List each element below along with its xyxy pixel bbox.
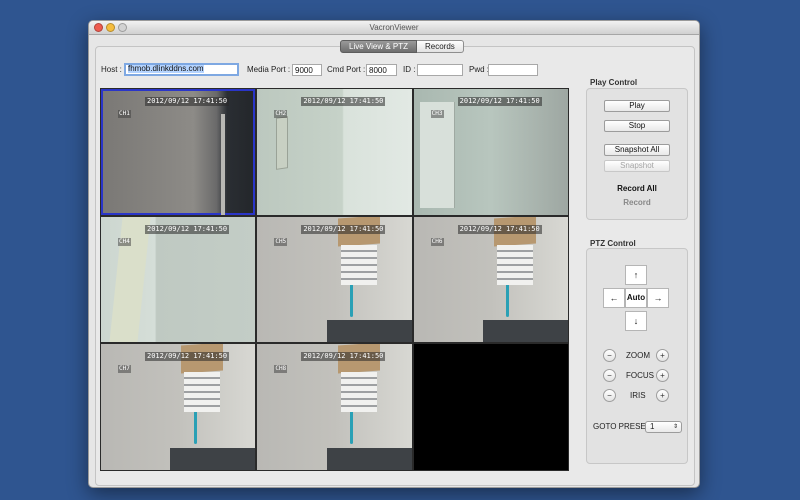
- iris-plus-button[interactable]: +: [656, 389, 669, 402]
- tab-bar: Live View & PTZ Records: [340, 40, 464, 53]
- camera-channel-label: CH7: [118, 365, 131, 374]
- camera-timestamp: 2012/09/12 17:41:50: [457, 97, 542, 106]
- ptz-left-button[interactable]: ←: [603, 288, 625, 308]
- window-title: VacronViewer: [369, 23, 419, 32]
- camera-channel-label: CH1: [118, 110, 131, 118]
- iris-minus-button[interactable]: −: [603, 389, 616, 402]
- camera-channel-label: CH5: [274, 237, 288, 246]
- camera-timestamp: 2012/09/12 17:41:50: [145, 224, 230, 234]
- ptz-control-title: PTZ Control: [590, 239, 636, 248]
- scene-cable: [506, 276, 510, 317]
- host-input[interactable]: fhmob.dlinkddns.com: [124, 63, 239, 76]
- camera-view-ch2[interactable]: 2012/09/12 17:41:50 CH2: [257, 89, 412, 215]
- focus-label: FOCUS: [626, 371, 654, 380]
- camera-timestamp: 2012/09/12 17:41:50: [145, 97, 230, 106]
- camera-channel-label: CH2: [274, 110, 288, 118]
- camera-channel-label: CH6: [430, 237, 444, 246]
- camera-timestamp: 2012/09/12 17:41:50: [301, 352, 386, 362]
- host-label: Host :: [101, 65, 122, 74]
- ptz-right-button[interactable]: →: [647, 288, 669, 308]
- camera-channel-label: CH4: [118, 237, 131, 246]
- camera-channel-label: CH3: [430, 110, 444, 118]
- snapshot-button[interactable]: Snapshot: [604, 160, 670, 172]
- ptz-auto-button[interactable]: Auto: [625, 288, 647, 308]
- zoom-plus-button[interactable]: +: [656, 349, 669, 362]
- focus-plus-button[interactable]: +: [656, 369, 669, 382]
- play-button[interactable]: Play: [604, 100, 670, 112]
- camera-view-ch1[interactable]: 2012/09/12 17:41:50 CH1: [101, 89, 256, 215]
- cmd-port-label: Cmd Port :: [327, 65, 366, 74]
- record-button[interactable]: Record: [602, 198, 672, 207]
- zoom-minus-button[interactable]: −: [603, 349, 616, 362]
- media-port-input[interactable]: 9000: [292, 64, 322, 76]
- camera-view-ch7[interactable]: 2012/09/12 17:41:50 CH7: [101, 344, 256, 470]
- snapshot-all-button[interactable]: Snapshot All: [604, 144, 670, 156]
- zoom-label: ZOOM: [626, 351, 650, 360]
- scene-cable: [349, 276, 353, 317]
- pwd-input[interactable]: [488, 64, 538, 76]
- scene-desk: [326, 447, 412, 470]
- pwd-label: Pwd :: [469, 65, 490, 74]
- camera-timestamp: 2012/09/12 17:41:50: [301, 224, 386, 234]
- camera-view-ch4[interactable]: 2012/09/12 17:41:50 CH4: [101, 216, 256, 343]
- camera-channel-label: CH8: [274, 365, 288, 374]
- camera-timestamp: 2012/09/12 17:41:50: [301, 97, 386, 106]
- play-control-title: Play Control: [590, 78, 638, 87]
- camera-view-ch3[interactable]: 2012/09/12 17:41:50 CH3: [413, 89, 568, 215]
- media-port-label: Media Port :: [247, 65, 291, 74]
- camera-view-empty[interactable]: [413, 344, 568, 470]
- scene-cable: [349, 404, 353, 445]
- iris-label: IRIS: [630, 391, 646, 400]
- camera-timestamp: 2012/09/12 17:41:50: [145, 352, 230, 362]
- id-label: ID :: [403, 65, 416, 74]
- ptz-up-button[interactable]: ↑: [625, 265, 647, 285]
- scene-desk: [326, 320, 412, 343]
- camera-grid: 2012/09/12 17:41:50 CH1 2012/09/12 17:41…: [100, 88, 569, 471]
- tab-live-view-ptz[interactable]: Live View & PTZ: [340, 40, 417, 53]
- goto-preset-select[interactable]: 1 ⇕: [645, 421, 682, 433]
- scene-cable: [193, 404, 197, 445]
- camera-view-ch6[interactable]: 2012/09/12 17:41:50 CH6: [413, 216, 568, 343]
- id-input[interactable]: [417, 64, 463, 76]
- tab-records[interactable]: Records: [416, 40, 464, 53]
- ptz-down-button[interactable]: ↓: [625, 311, 647, 331]
- stop-button[interactable]: Stop: [604, 120, 670, 132]
- scene-desk: [483, 320, 568, 343]
- title-bar[interactable]: VacronViewer: [89, 21, 699, 35]
- camera-view-ch8[interactable]: 2012/09/12 17:41:50 CH8: [257, 344, 412, 470]
- goto-preset-value: 1: [650, 422, 655, 431]
- scene-desk: [170, 447, 256, 470]
- select-arrows-icon: ⇕: [672, 424, 678, 430]
- camera-view-ch5[interactable]: 2012/09/12 17:41:50 CH5: [257, 216, 412, 343]
- record-all-button[interactable]: Record All: [602, 184, 672, 193]
- camera-timestamp: 2012/09/12 17:41:50: [457, 224, 542, 234]
- cmd-port-input[interactable]: 8000: [366, 64, 397, 76]
- focus-minus-button[interactable]: −: [603, 369, 616, 382]
